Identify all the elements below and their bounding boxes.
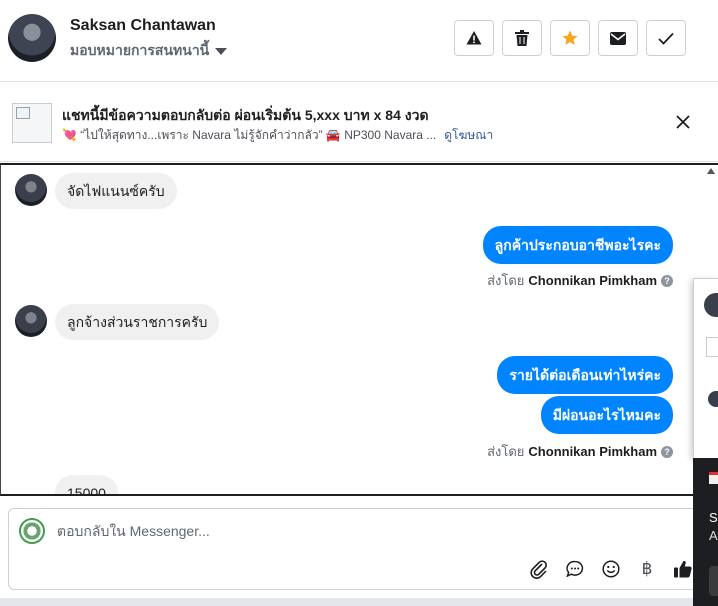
incoming-message[interactable]: จัดไฟแนนซ์ครับ — [55, 173, 177, 209]
ad-subtitle-row: 💘 “ไปให้สุดทาง...เพราะ Navara ไม่รู้จักค… — [62, 126, 493, 145]
notification-subtext: A — [709, 528, 718, 543]
contact-avatar-small — [15, 174, 47, 206]
popup-thumbnail — [706, 337, 718, 357]
sent-by-label: ส่งโดย Chonnikan Pimkham ? — [487, 441, 673, 462]
report-button[interactable] — [454, 20, 494, 56]
chat-bubble-icon — [566, 560, 584, 578]
outgoing-message[interactable]: รายได้ต่อเดือนเท่าไหร่คะ — [497, 356, 673, 394]
attach-button[interactable] — [527, 557, 551, 581]
emoji-button[interactable] — [599, 557, 623, 581]
scroll-up-arrow-icon[interactable] — [707, 168, 715, 174]
notification-button[interactable] — [709, 566, 718, 596]
payment-button[interactable]: ฿ — [635, 557, 659, 581]
delete-button[interactable] — [502, 20, 542, 56]
overlapping-popup-panel — [693, 278, 718, 458]
assign-label: มอบหมายการสนทนานี้ — [70, 42, 210, 58]
sender-name: Chonnikan Pimkham — [528, 444, 657, 459]
ad-title: แชทนี้มีข้อความตอบกลับต่อ ผ่อนเริ่มต้น 5… — [62, 107, 429, 123]
page-avatar — [19, 518, 45, 544]
outgoing-message[interactable]: ลูกค้าประกอบอาชีพอะไรคะ — [482, 226, 673, 264]
paperclip-icon — [530, 560, 547, 579]
dark-notification-panel: Sa A — [693, 458, 718, 606]
baht-icon: ฿ — [641, 559, 653, 578]
contact-avatar[interactable] — [8, 14, 56, 62]
sent-by-prefix: ส่งโดย — [487, 273, 525, 288]
close-icon — [676, 115, 690, 129]
star-button[interactable] — [550, 20, 590, 56]
sent-by-prefix: ส่งโดย — [487, 444, 525, 459]
assign-conversation-dropdown[interactable]: มอบหมายการสนทนานี้ — [70, 40, 228, 62]
ad-context-banner: แชทนี้มีข้อความตอบกลับต่อ ผ่อนเริ่มต้น 5… — [0, 83, 718, 162]
sent-by-label: ส่งโดย Chonnikan Pimkham ? — [487, 270, 673, 291]
incoming-message[interactable]: ลูกจ้างส่วนราชการครับ — [55, 304, 220, 340]
star-icon — [562, 30, 578, 45]
reply-composer: ฿ — [8, 508, 698, 590]
incoming-message[interactable]: 15000 — [55, 475, 118, 494]
outgoing-message[interactable]: มีผ่อนอะไรไหมคะ — [540, 396, 673, 434]
envelope-icon — [610, 31, 626, 45]
warning-icon — [466, 31, 482, 45]
calendar-icon — [709, 472, 718, 484]
trash-icon — [515, 30, 529, 46]
conversation-actions — [454, 20, 686, 56]
message-thread[interactable]: จัดไฟแนนซ์ครับ ลูกค้าประกอบอาชีพอะไรคะ ส… — [0, 163, 718, 496]
like-button[interactable] — [671, 557, 695, 581]
thumbs-up-icon — [674, 560, 692, 578]
ad-thumbnail — [12, 103, 52, 143]
mark-unread-button[interactable] — [598, 20, 638, 56]
ad-subtitle: 💘 “ไปให้สุดทาง...เพราะ Navara ไม่รู้จักค… — [62, 128, 437, 142]
view-ad-link[interactable]: ดูโฆษณา — [444, 128, 493, 142]
composer-toolbar: ฿ — [527, 557, 695, 581]
smiley-icon — [602, 560, 620, 578]
popup-avatar — [704, 293, 718, 317]
sender-name: Chonnikan Pimkham — [528, 273, 657, 288]
caret-down-icon — [215, 47, 228, 55]
bottom-divider — [0, 598, 693, 606]
saved-replies-button[interactable] — [563, 557, 587, 581]
question-icon[interactable]: ? — [661, 445, 673, 458]
notification-text: Sa — [709, 510, 718, 525]
check-icon — [658, 32, 674, 45]
contact-avatar-small — [15, 305, 47, 337]
mark-done-button[interactable] — [646, 20, 686, 56]
conversation-header: Saksan Chantawan มอบหมายการสนทนานี้ — [0, 0, 718, 82]
close-banner-button[interactable] — [672, 111, 694, 133]
contact-name[interactable]: Saksan Chantawan — [70, 17, 216, 35]
question-icon[interactable]: ? — [661, 274, 673, 287]
reply-input[interactable] — [57, 523, 457, 539]
popup-avatar — [708, 391, 718, 407]
